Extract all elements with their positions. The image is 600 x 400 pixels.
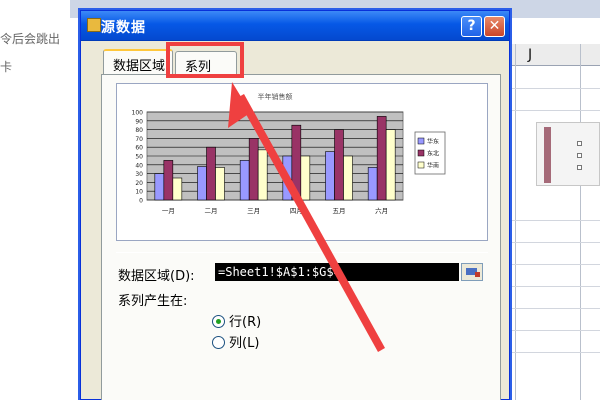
chart-bar [215, 167, 225, 201]
grid-line [580, 44, 581, 400]
legend-label: 华南 [427, 162, 439, 170]
y-tick-label: 70 [135, 136, 143, 143]
article-text-line1: 令后会跳出 [0, 32, 61, 46]
chart-bar [248, 138, 259, 201]
legend-label: 东北 [427, 150, 439, 158]
chart-bar [325, 151, 335, 201]
source-data-dialog: 源数据 ? ✕ 数据区域 系列 半年销售额 0 10 20 30 40 50 60 70 80 90… [80, 10, 510, 400]
y-tick-label: 30 [135, 171, 143, 178]
chart-bar [172, 177, 183, 201]
x-tick-label: 二月 [205, 207, 218, 215]
grid-line [505, 88, 600, 89]
app-icon [87, 18, 101, 32]
chart-bar [376, 116, 387, 201]
background-legend-key [577, 153, 582, 158]
tab-panel: 半年销售额 0 10 20 30 40 50 60 70 80 90 100 一月 二月 三月 四月 五月 六月 华… [101, 74, 501, 400]
y-tick-label: 10 [135, 189, 143, 196]
grid-line [515, 44, 516, 400]
chart-bar [385, 129, 396, 201]
grid-line [505, 330, 600, 331]
background-legend-key [577, 141, 582, 146]
dialog-title: 源数据 [101, 20, 146, 36]
x-tick-label: 三月 [247, 207, 260, 215]
radio-row-option[interactable]: 行(R) [212, 311, 261, 330]
radio-row-label: 行(R) [229, 315, 262, 330]
y-tick-label: 40 [135, 162, 143, 169]
legend-label: 华东 [427, 138, 439, 146]
grid-line [505, 308, 600, 309]
chart-bar [257, 149, 268, 201]
grid-line [505, 242, 600, 243]
y-tick-label: 60 [135, 145, 143, 152]
data-range-label: 数据区域(D): [118, 269, 195, 284]
chart-bar [239, 160, 250, 201]
dialog-titlebar[interactable]: 源数据 ? ✕ [81, 11, 509, 41]
x-tick-label: 一月 [162, 207, 175, 215]
x-tick-label: 五月 [333, 207, 346, 215]
radio-column-label: 列(L) [229, 336, 260, 351]
article-background: 令后会跳出 卡 [0, 0, 80, 400]
chart-preview: 半年销售额 0 10 20 30 40 50 60 70 80 90 100 一月 二月 三月 四月 五月 六月 华… [116, 83, 488, 241]
article-text-line2: 卡 [0, 60, 13, 74]
background-chart-bar [544, 127, 551, 183]
grid-line [505, 286, 600, 287]
chart-bar [282, 155, 293, 201]
chart-bar [334, 129, 344, 201]
y-tick-label: 20 [135, 180, 143, 187]
collapse-dialog-button[interactable] [461, 263, 483, 281]
legend-swatch [417, 137, 425, 145]
x-tick-label: 四月 [290, 207, 303, 215]
help-button[interactable]: ? [461, 16, 482, 37]
chart-bar [343, 155, 353, 201]
annotation-highlight-box [166, 42, 244, 78]
sheet-right-strip [505, 20, 600, 400]
radio-column-icon[interactable] [212, 336, 225, 349]
chart-bar [291, 124, 302, 201]
y-tick-label: 100 [132, 110, 144, 117]
y-tick-label: 0 [139, 198, 143, 205]
radio-row-icon[interactable] [212, 315, 225, 328]
chart-bar [367, 167, 378, 201]
close-button[interactable]: ✕ [484, 16, 505, 37]
legend-swatch [417, 161, 425, 169]
radio-column-option[interactable]: 列(L) [212, 332, 259, 351]
chart-preview-svg: 半年销售额 0 10 20 30 4050 60 70 80 90100 一月 二月 三月 四月 五月 六月 华… [132, 92, 446, 215]
chart-title: 半年销售额 [258, 92, 293, 101]
chart-bar [197, 166, 207, 201]
chart-bar [154, 173, 165, 201]
legend-swatch [417, 149, 425, 157]
grid-line [505, 264, 600, 265]
background-legend-key [577, 165, 582, 170]
separator [116, 252, 488, 253]
chart-bar [300, 155, 311, 201]
background-chart-thumbnail [536, 122, 600, 186]
grid-line [505, 352, 600, 353]
y-tick-label: 80 [135, 127, 143, 134]
grid-line [505, 110, 600, 111]
chart-bar [163, 160, 174, 201]
data-range-input[interactable]: =Sheet1!$A$1:$G$4 [215, 263, 459, 281]
series-in-label: 系列产生在: [118, 294, 188, 309]
y-tick-label: 50 [135, 154, 143, 161]
column-header-j[interactable]: J [528, 47, 532, 63]
chart-bar [206, 146, 216, 201]
tab-data-range[interactable]: 数据区域 [103, 49, 173, 75]
grid-line [505, 220, 600, 221]
y-tick-label: 90 [135, 118, 143, 125]
column-header-row [505, 44, 600, 66]
x-tick-label: 六月 [375, 206, 388, 215]
